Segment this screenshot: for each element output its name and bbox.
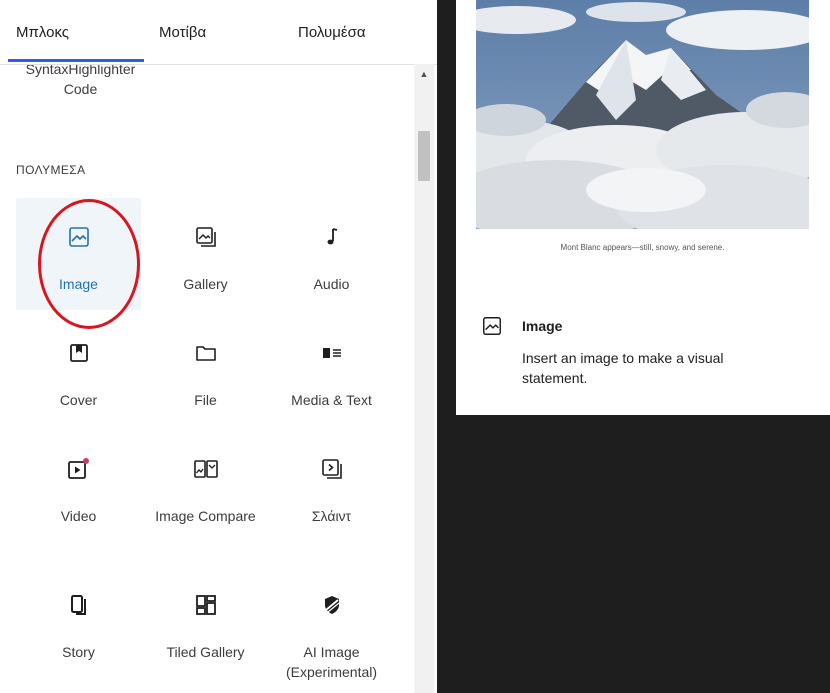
block-label: Story <box>62 644 95 660</box>
block-label: Image Compare <box>155 508 256 524</box>
block-item-image[interactable]: Image <box>16 198 141 310</box>
gallery-icon <box>193 224 219 250</box>
block-label: Audio <box>313 276 350 292</box>
block-item-tiled-gallery[interactable]: Tiled Gallery <box>143 566 268 678</box>
block-label: Video <box>60 508 97 524</box>
preview-photo-mont-blanc <box>476 0 809 229</box>
block-item-image-compare[interactable]: Image Compare <box>143 430 268 542</box>
block-item-syntaxhighlighter-label[interactable]: SyntaxHighlighter Code <box>18 65 143 99</box>
block-label: AI Image (Experimental) <box>285 644 378 680</box>
image-icon <box>66 224 92 250</box>
block-item-slideshow[interactable]: Σλάιντ <box>269 430 394 542</box>
scrollbar[interactable]: ▲ <box>414 64 434 693</box>
block-label: Gallery <box>183 276 228 292</box>
inserter-tabs: Μπλοκς Μοτίβα Πολυμέσα <box>0 0 437 65</box>
block-item-file[interactable]: File <box>143 314 268 426</box>
block-label: Media & Text <box>291 392 372 408</box>
tab-blocks[interactable]: Μπλοκς <box>16 24 69 41</box>
block-item-ai-image[interactable]: AI Image (Experimental) <box>269 566 394 680</box>
tab-media[interactable]: Πολυμέσα <box>298 24 366 41</box>
tiled-gallery-icon <box>193 592 219 618</box>
tab-patterns[interactable]: Μοτίβα <box>159 24 206 41</box>
block-label: Tiled Gallery <box>166 644 245 660</box>
media-text-icon <box>319 340 345 366</box>
block-item-audio[interactable]: Audio <box>269 198 394 310</box>
cover-icon <box>66 340 92 366</box>
active-tab-indicator <box>8 59 144 62</box>
block-item-story[interactable]: Story <box>16 566 141 678</box>
file-icon <box>193 340 219 366</box>
slideshow-icon <box>319 456 345 482</box>
block-preview-card: Mont Blanc appears—still, snowy, and ser… <box>456 0 830 415</box>
block-label: File <box>194 392 217 408</box>
story-icon <box>66 592 92 618</box>
block-item-media-text[interactable]: Media & Text <box>269 314 394 426</box>
video-icon <box>66 456 92 482</box>
block-inserter-panel: Μπλοκς Μοτίβα Πολυμέσα SyntaxHighlighter… <box>0 0 437 693</box>
block-label: Cover <box>59 392 98 408</box>
block-item-cover[interactable]: Cover <box>16 314 141 426</box>
ai-image-icon <box>319 592 345 618</box>
block-list: SyntaxHighlighter Code ΠΟΛΥΜΕΣΑ Image Ga… <box>0 65 413 693</box>
preview-block-description: Insert an image to make a visual stateme… <box>522 350 724 386</box>
preview-caption: Mont Blanc appears—still, snowy, and ser… <box>560 243 725 252</box>
block-label: Σλάιντ <box>311 508 352 524</box>
image-icon <box>481 315 503 337</box>
block-item-video[interactable]: Video <box>16 430 141 542</box>
scroll-up-arrow-icon[interactable]: ▲ <box>414 64 434 84</box>
block-item-gallery[interactable]: Gallery <box>143 198 268 310</box>
section-title-media: ΠΟΛΥΜΕΣΑ <box>16 163 86 177</box>
audio-icon <box>319 224 345 250</box>
image-compare-icon <box>193 456 219 482</box>
preview-block-title: Image <box>522 318 563 334</box>
scrollbar-thumb[interactable] <box>418 131 430 181</box>
block-label: Image <box>59 276 98 292</box>
